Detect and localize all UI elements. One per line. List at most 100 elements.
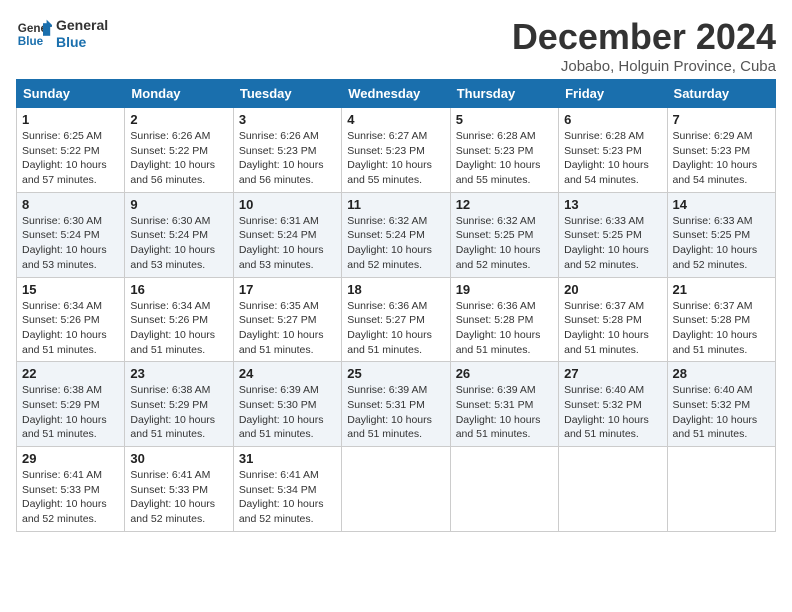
- day-number: 22: [22, 366, 119, 381]
- day-cell: 31Sunrise: 6:41 AMSunset: 5:34 PMDayligh…: [233, 447, 341, 532]
- title-area: December 2024 Jobabo, Holguin Province, …: [512, 16, 776, 75]
- day-number: 5: [456, 112, 553, 127]
- day-info: Sunrise: 6:41 AMSunset: 5:33 PMDaylight:…: [22, 468, 119, 527]
- day-number: 1: [22, 112, 119, 127]
- day-info: Sunrise: 6:40 AMSunset: 5:32 PMDaylight:…: [673, 383, 770, 442]
- day-info: Sunrise: 6:36 AMSunset: 5:27 PMDaylight:…: [347, 299, 444, 358]
- day-cell: 12 Sunrise: 6:32 AMSunset: 5:25 PMDayligh…: [450, 192, 558, 277]
- logo-text-line2: Blue: [56, 34, 108, 51]
- day-info: Sunrise: 6:37 AMSunset: 5:28 PMDaylight:…: [673, 299, 770, 358]
- day-info: Sunrise: 6:38 AMSunset: 5:29 PMDaylight:…: [22, 383, 119, 442]
- calendar-table: SundayMondayTuesdayWednesdayThursdayFrid…: [16, 79, 776, 532]
- day-cell: 4 Sunrise: 6:27 AMSunset: 5:23 PMDaylight…: [342, 108, 450, 193]
- day-cell: 24Sunrise: 6:39 AMSunset: 5:30 PMDayligh…: [233, 362, 341, 447]
- day-info: Sunrise: 6:28 AMSunset: 5:23 PMDaylight:…: [456, 129, 553, 188]
- day-info: Sunrise: 6:26 AMSunset: 5:23 PMDaylight:…: [239, 129, 336, 188]
- day-cell: 10 Sunrise: 6:31 AMSunset: 5:24 PMDayligh…: [233, 192, 341, 277]
- day-info: Sunrise: 6:28 AMSunset: 5:23 PMDaylight:…: [564, 129, 661, 188]
- day-number: 21: [673, 282, 770, 297]
- header-cell-saturday: Saturday: [667, 80, 775, 108]
- day-number: 20: [564, 282, 661, 297]
- day-info: Sunrise: 6:33 AMSunset: 5:25 PMDaylight:…: [564, 214, 661, 273]
- day-cell: 18 Sunrise: 6:36 AMSunset: 5:27 PMDayligh…: [342, 277, 450, 362]
- day-number: 8: [22, 197, 119, 212]
- day-number: 26: [456, 366, 553, 381]
- day-cell: 8 Sunrise: 6:30 AMSunset: 5:24 PMDaylight…: [17, 192, 125, 277]
- day-cell: [559, 447, 667, 532]
- day-info: Sunrise: 6:29 AMSunset: 5:23 PMDaylight:…: [673, 129, 770, 188]
- day-cell: 3 Sunrise: 6:26 AMSunset: 5:23 PMDaylight…: [233, 108, 341, 193]
- day-number: 25: [347, 366, 444, 381]
- day-number: 9: [130, 197, 227, 212]
- day-number: 13: [564, 197, 661, 212]
- day-info: Sunrise: 6:31 AMSunset: 5:24 PMDaylight:…: [239, 214, 336, 273]
- header-cell-wednesday: Wednesday: [342, 80, 450, 108]
- day-cell: 16Sunrise: 6:34 AMSunset: 5:26 PMDayligh…: [125, 277, 233, 362]
- day-number: 17: [239, 282, 336, 297]
- day-cell: 28Sunrise: 6:40 AMSunset: 5:32 PMDayligh…: [667, 362, 775, 447]
- day-number: 23: [130, 366, 227, 381]
- day-info: Sunrise: 6:35 AMSunset: 5:27 PMDaylight:…: [239, 299, 336, 358]
- day-cell: 11Sunrise: 6:32 AMSunset: 5:24 PMDayligh…: [342, 192, 450, 277]
- week-row-5: 29 Sunrise: 6:41 AMSunset: 5:33 PMDayligh…: [17, 447, 776, 532]
- day-number: 12: [456, 197, 553, 212]
- day-cell: [667, 447, 775, 532]
- day-cell: 26Sunrise: 6:39 AMSunset: 5:31 PMDayligh…: [450, 362, 558, 447]
- day-info: Sunrise: 6:41 AMSunset: 5:33 PMDaylight:…: [130, 468, 227, 527]
- day-cell: 1 Sunrise: 6:25 AMSunset: 5:22 PMDaylight…: [17, 108, 125, 193]
- day-cell: 22 Sunrise: 6:38 AMSunset: 5:29 PMDayligh…: [17, 362, 125, 447]
- day-info: Sunrise: 6:25 AMSunset: 5:22 PMDaylight:…: [22, 129, 119, 188]
- day-cell: 14 Sunrise: 6:33 AMSunset: 5:25 PMDayligh…: [667, 192, 775, 277]
- day-info: Sunrise: 6:30 AMSunset: 5:24 PMDaylight:…: [130, 214, 227, 273]
- day-cell: 29 Sunrise: 6:41 AMSunset: 5:33 PMDayligh…: [17, 447, 125, 532]
- day-cell: 20Sunrise: 6:37 AMSunset: 5:28 PMDayligh…: [559, 277, 667, 362]
- header-cell-thursday: Thursday: [450, 80, 558, 108]
- location-title: Jobabo, Holguin Province, Cuba: [512, 58, 776, 75]
- day-info: Sunrise: 6:32 AMSunset: 5:25 PMDaylight:…: [456, 214, 553, 273]
- logo: General Blue General Blue: [16, 16, 108, 52]
- day-cell: 30Sunrise: 6:41 AMSunset: 5:33 PMDayligh…: [125, 447, 233, 532]
- day-cell: 7Sunrise: 6:29 AMSunset: 5:23 PMDaylight…: [667, 108, 775, 193]
- week-row-1: 1 Sunrise: 6:25 AMSunset: 5:22 PMDaylight…: [17, 108, 776, 193]
- day-info: Sunrise: 6:39 AMSunset: 5:30 PMDaylight:…: [239, 383, 336, 442]
- day-cell: 13 Sunrise: 6:33 AMSunset: 5:25 PMDayligh…: [559, 192, 667, 277]
- header-cell-monday: Monday: [125, 80, 233, 108]
- week-row-2: 8 Sunrise: 6:30 AMSunset: 5:24 PMDaylight…: [17, 192, 776, 277]
- day-info: Sunrise: 6:27 AMSunset: 5:23 PMDaylight:…: [347, 129, 444, 188]
- day-cell: 6 Sunrise: 6:28 AMSunset: 5:23 PMDaylight…: [559, 108, 667, 193]
- day-info: Sunrise: 6:33 AMSunset: 5:25 PMDaylight:…: [673, 214, 770, 273]
- day-info: Sunrise: 6:38 AMSunset: 5:29 PMDaylight:…: [130, 383, 227, 442]
- day-number: 2: [130, 112, 227, 127]
- week-row-4: 22 Sunrise: 6:38 AMSunset: 5:29 PMDayligh…: [17, 362, 776, 447]
- day-info: Sunrise: 6:40 AMSunset: 5:32 PMDaylight:…: [564, 383, 661, 442]
- header-cell-sunday: Sunday: [17, 80, 125, 108]
- day-info: Sunrise: 6:34 AMSunset: 5:26 PMDaylight:…: [130, 299, 227, 358]
- day-number: 14: [673, 197, 770, 212]
- day-info: Sunrise: 6:39 AMSunset: 5:31 PMDaylight:…: [347, 383, 444, 442]
- day-cell: 9 Sunrise: 6:30 AMSunset: 5:24 PMDaylight…: [125, 192, 233, 277]
- day-info: Sunrise: 6:34 AMSunset: 5:26 PMDaylight:…: [22, 299, 119, 358]
- logo-icon: General Blue: [16, 16, 52, 52]
- week-row-3: 15Sunrise: 6:34 AMSunset: 5:26 PMDayligh…: [17, 277, 776, 362]
- header-row: SundayMondayTuesdayWednesdayThursdayFrid…: [17, 80, 776, 108]
- svg-text:Blue: Blue: [18, 35, 44, 48]
- logo-text-line1: General: [56, 17, 108, 34]
- day-cell: [342, 447, 450, 532]
- day-info: Sunrise: 6:30 AMSunset: 5:24 PMDaylight:…: [22, 214, 119, 273]
- day-number: 3: [239, 112, 336, 127]
- day-cell: 19Sunrise: 6:36 AMSunset: 5:28 PMDayligh…: [450, 277, 558, 362]
- day-info: Sunrise: 6:32 AMSunset: 5:24 PMDaylight:…: [347, 214, 444, 273]
- day-cell: 21 Sunrise: 6:37 AMSunset: 5:28 PMDayligh…: [667, 277, 775, 362]
- day-number: 6: [564, 112, 661, 127]
- day-cell: 2 Sunrise: 6:26 AMSunset: 5:22 PMDaylight…: [125, 108, 233, 193]
- day-cell: 27Sunrise: 6:40 AMSunset: 5:32 PMDayligh…: [559, 362, 667, 447]
- day-number: 18: [347, 282, 444, 297]
- day-info: Sunrise: 6:36 AMSunset: 5:28 PMDaylight:…: [456, 299, 553, 358]
- day-info: Sunrise: 6:41 AMSunset: 5:34 PMDaylight:…: [239, 468, 336, 527]
- day-number: 10: [239, 197, 336, 212]
- day-info: Sunrise: 6:26 AMSunset: 5:22 PMDaylight:…: [130, 129, 227, 188]
- day-number: 4: [347, 112, 444, 127]
- day-cell: [450, 447, 558, 532]
- day-number: 29: [22, 451, 119, 466]
- day-cell: 5 Sunrise: 6:28 AMSunset: 5:23 PMDaylight…: [450, 108, 558, 193]
